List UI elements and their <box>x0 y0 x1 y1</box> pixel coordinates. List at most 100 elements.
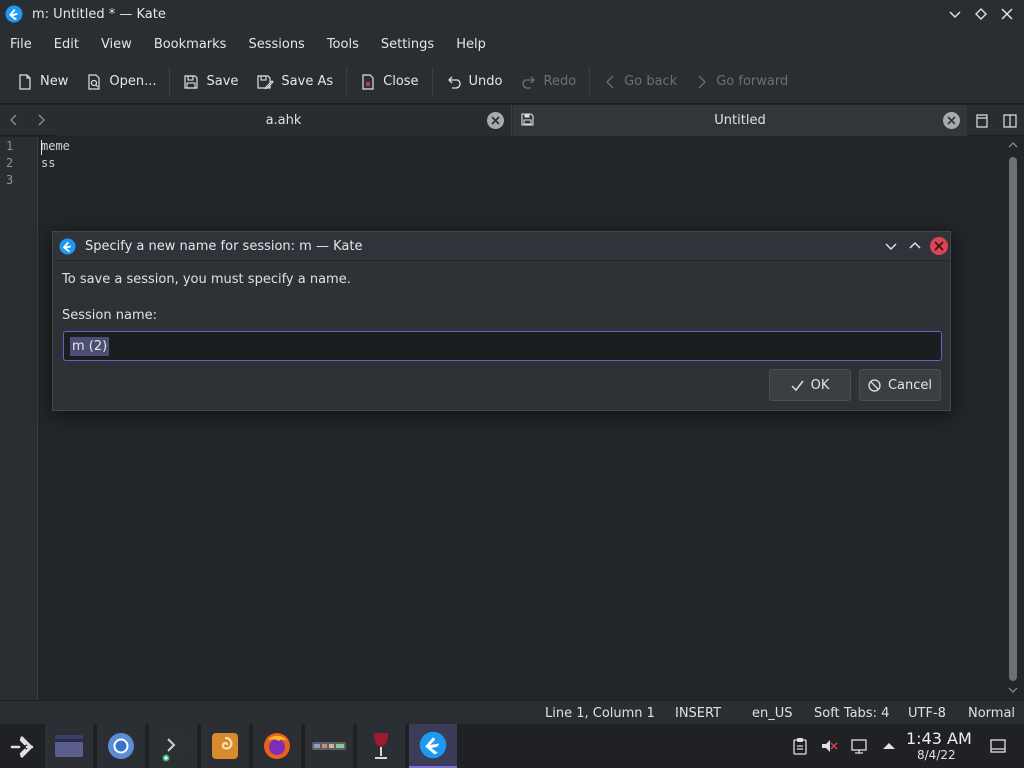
code-line[interactable]: meme <box>41 139 70 153</box>
new-button[interactable]: New <box>8 66 77 98</box>
maximize-button[interactable] <box>972 5 990 23</box>
toolbar-separator <box>169 66 171 97</box>
browser-icon <box>108 733 134 759</box>
close-document-icon <box>362 73 374 90</box>
dialog-titlebar: Specify a new name for session: m — Kate <box>53 232 950 261</box>
clock-time[interactable]: 1:43 AM <box>906 729 972 748</box>
new-document-icon[interactable] <box>974 113 990 129</box>
redo-icon <box>521 76 535 89</box>
line-number: 1 <box>6 139 14 153</box>
kate-app-icon <box>59 237 76 255</box>
cancel-button[interactable]: Cancel <box>859 369 941 401</box>
close-window-button[interactable] <box>998 5 1016 23</box>
clock-date[interactable]: 8/4/22 <box>917 748 956 762</box>
undo-button[interactable]: Undo <box>437 66 512 98</box>
window-titlebar: m: Untitled * — Kate <box>0 0 1024 28</box>
taskbar-kate[interactable] <box>409 724 457 768</box>
network-icon[interactable] <box>850 737 868 755</box>
save-as-button[interactable]: Save As <box>247 66 342 98</box>
menu-sessions[interactable]: Sessions <box>248 37 304 52</box>
clipboard-icon[interactable] <box>791 737 809 755</box>
taskbar-google[interactable] <box>305 724 353 768</box>
go-back-button[interactable]: Go back <box>594 66 686 98</box>
scroll-up-icon[interactable] <box>1008 140 1018 150</box>
vertical-scrollbar[interactable] <box>1004 137 1022 700</box>
chevron-right-icon[interactable] <box>33 112 49 128</box>
dialog-minimize-button[interactable] <box>882 237 900 255</box>
taskbar-blender[interactable] <box>201 724 249 768</box>
close-tab-button[interactable] <box>487 112 504 129</box>
taskbar-files[interactable] <box>45 724 93 768</box>
menu-edit[interactable]: Edit <box>54 37 79 52</box>
save-as-label: Save As <box>281 74 334 89</box>
go-back-label: Go back <box>624 74 678 89</box>
menu-bookmarks[interactable]: Bookmarks <box>154 37 227 52</box>
redo-label: Redo <box>543 74 577 89</box>
highlight-mode[interactable]: Normal <box>968 706 1015 721</box>
session-name-dialog: Specify a new name for session: m — Kate… <box>52 231 951 411</box>
session-name-input[interactable]: m (2) <box>63 331 942 361</box>
close-icon <box>934 241 944 251</box>
taskbar-firefox[interactable] <box>253 724 301 768</box>
line-number: 3 <box>6 173 14 187</box>
tab-label: Untitled <box>714 113 766 128</box>
undo-icon <box>447 76 461 89</box>
scroll-down-icon[interactable] <box>1008 685 1018 695</box>
ok-button[interactable]: OK <box>769 369 851 401</box>
save-button[interactable]: Save <box>174 66 247 98</box>
indentation-setting[interactable]: Soft Tabs: 4 <box>814 706 889 721</box>
scrollbar-thumb[interactable] <box>1009 157 1017 681</box>
redo-button[interactable]: Redo <box>512 66 586 98</box>
muted-volume-icon[interactable] <box>820 737 838 755</box>
firefox-icon <box>264 733 290 759</box>
taskbar-chromium[interactable] <box>97 724 145 768</box>
arrow-left-icon <box>606 75 614 88</box>
toolbar-separator <box>431 66 433 97</box>
save-icon <box>184 74 199 89</box>
menu-tools[interactable]: Tools <box>327 37 359 52</box>
editor-area[interactable]: 1 2 3 meme ss <box>0 137 1024 700</box>
menu-settings[interactable]: Settings <box>381 37 434 52</box>
input-mode[interactable]: INSERT <box>675 706 721 721</box>
line-number: 2 <box>6 156 14 170</box>
modified-save-icon <box>521 113 534 126</box>
close-icon <box>491 116 500 125</box>
chevron-left-icon[interactable] <box>6 112 22 128</box>
tab-untitled[interactable]: Untitled <box>513 105 967 136</box>
code-line[interactable]: ss <box>41 156 55 170</box>
dialog-message: To save a session, you must specify a na… <box>62 272 351 287</box>
file-encoding[interactable]: UTF-8 <box>908 706 946 721</box>
tab-a-ahk[interactable]: a.ahk <box>56 105 512 136</box>
session-name-value[interactable]: m (2) <box>70 337 110 356</box>
google-icon <box>312 742 346 750</box>
go-forward-button[interactable]: Go forward <box>686 66 797 98</box>
open-document-icon <box>88 73 100 90</box>
undo-label: Undo <box>468 74 503 89</box>
swirl-app-icon <box>212 733 238 759</box>
tab-label: a.ahk <box>265 113 302 128</box>
menu-view[interactable]: View <box>101 37 132 52</box>
cursor-position[interactable]: Line 1, Column 1 <box>545 706 655 721</box>
close-icon <box>1001 8 1013 20</box>
menu-help[interactable]: Help <box>456 37 486 52</box>
dictionary-language[interactable]: en_US <box>752 706 793 721</box>
kate-app-icon <box>419 731 447 759</box>
split-view-icon[interactable] <box>1002 113 1018 129</box>
show-desktop-icon[interactable] <box>989 737 1007 755</box>
taskbar-terminal[interactable] <box>149 724 197 768</box>
text-cursor <box>41 140 42 155</box>
app-launcher-icon[interactable] <box>9 734 35 760</box>
dialog-close-button[interactable] <box>930 237 948 255</box>
open-button[interactable]: Open... <box>77 66 165 98</box>
close-document-button[interactable]: Close <box>351 66 427 98</box>
window-title: m: Untitled * — Kate <box>32 6 166 22</box>
taskbar-wine[interactable] <box>357 724 405 768</box>
chevron-up-icon <box>909 241 921 249</box>
dialog-maximize-button[interactable] <box>906 237 924 255</box>
minimize-button[interactable] <box>946 5 964 23</box>
close-tab-button[interactable] <box>943 112 960 129</box>
save-as-icon <box>257 74 275 89</box>
document-tab-bar: a.ahk Untitled <box>0 105 1024 136</box>
expand-tray-icon[interactable] <box>880 737 898 755</box>
menu-file[interactable]: File <box>10 37 32 52</box>
